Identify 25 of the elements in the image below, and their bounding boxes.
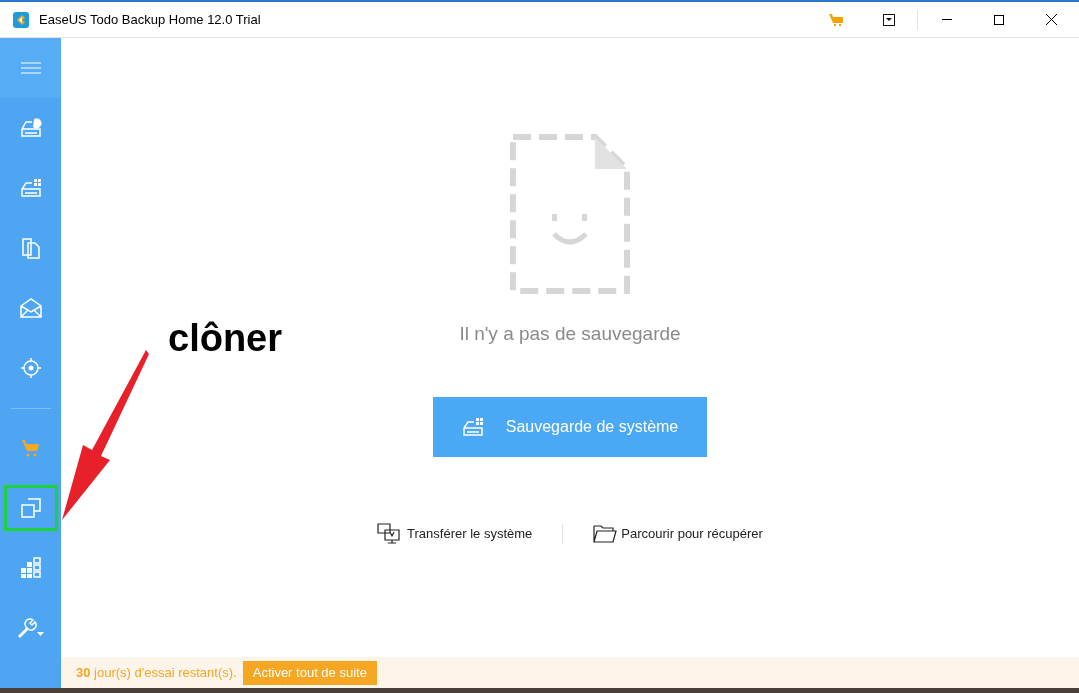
mail-icon xyxy=(19,297,42,319)
sidebar-item[interactable] xyxy=(3,485,58,531)
cart-icon xyxy=(20,438,41,458)
disk-icon xyxy=(19,117,42,139)
window-title: EaseUS Todo Backup Home 12.0 Trial xyxy=(39,10,261,29)
wrench-icon xyxy=(16,617,45,639)
menu-button[interactable] xyxy=(0,38,61,98)
windows-icon xyxy=(19,557,42,579)
empty-state-message: Il n'y a pas de sauvegarde xyxy=(459,322,681,346)
disk-icon xyxy=(461,415,484,438)
annotation-label: clôner xyxy=(168,316,283,361)
cart-icon[interactable] xyxy=(829,13,843,26)
action-link[interactable]: Transférer le système xyxy=(377,522,533,545)
action-link[interactable]: Parcourir pour récupérer xyxy=(593,523,763,544)
close-icon xyxy=(1045,14,1057,25)
app-logo-icon xyxy=(13,11,29,28)
target-icon xyxy=(19,357,42,379)
empty-document-icon xyxy=(510,134,630,294)
disk-icon xyxy=(19,177,42,199)
clone-icon xyxy=(19,497,42,519)
dropdown-icon[interactable] xyxy=(883,13,895,26)
folder-icon xyxy=(593,523,618,544)
menu-icon xyxy=(20,62,41,74)
files-icon xyxy=(19,237,42,259)
trial-message: 30 jour(s) d'essai restant(s). xyxy=(76,663,237,682)
